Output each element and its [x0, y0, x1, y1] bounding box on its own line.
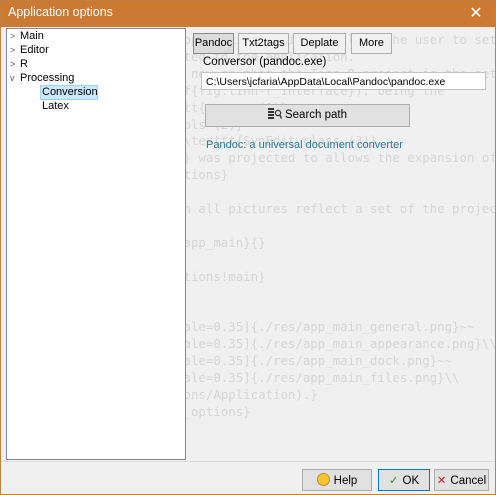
tree-item-label: Latex [42, 100, 69, 112]
checkmark-icon: ✓ [388, 475, 399, 487]
options-tree[interactable]: > Main > Editor > R v Processing Conversion … [6, 28, 186, 460]
application-options-window: Application options ✕ This window \texti… [0, 0, 496, 495]
cancel-button[interactable]: ✕ Cancel [434, 469, 489, 491]
tree-item-label: Main [20, 30, 44, 42]
help-lightbulb-icon [316, 473, 330, 486]
ok-button[interactable]: ✓ OK [378, 469, 430, 491]
close-icon[interactable]: ✕ [457, 1, 495, 27]
chevron-right-icon[interactable]: > [10, 29, 20, 44]
chevron-right-icon[interactable]: > [10, 43, 20, 58]
tree-item-label: Editor [20, 44, 49, 56]
x-icon: ✕ [436, 475, 447, 487]
search-path-label: Search path [284, 109, 347, 121]
footer-divider [1, 461, 495, 462]
tree-item-latex[interactable]: Latex [42, 99, 69, 114]
tab-pandoc[interactable]: Pandoc [193, 33, 234, 54]
search-path-button[interactable]: Search path [205, 104, 410, 127]
cancel-button-label: Cancel [450, 475, 487, 487]
tree-item-label: R [20, 58, 28, 70]
help-button-label: Help [333, 475, 358, 487]
tree-item-r[interactable]: > R [10, 57, 28, 72]
pandoc-path-field[interactable]: C:\Users\jcfaria\AppData\Local\Pandoc\pa… [201, 72, 486, 90]
window-title: Application options [8, 5, 113, 19]
chevron-right-icon[interactable]: > [10, 57, 20, 72]
ok-button-label: OK [402, 475, 420, 487]
search-path-icon [267, 108, 282, 119]
tab-deplate[interactable]: Deplate [293, 33, 346, 54]
tree-item-label: Processing [20, 72, 75, 84]
tree-item-main[interactable]: > Main [10, 29, 44, 44]
tab-more[interactable]: More [351, 33, 392, 54]
tree-item-label: Conversion [42, 86, 98, 98]
help-button[interactable]: Help [302, 469, 372, 491]
tree-item-conversion[interactable]: Conversion [42, 85, 98, 100]
tree-item-editor[interactable]: > Editor [10, 43, 49, 58]
tab-txt2tags[interactable]: Txt2tags [238, 33, 289, 54]
conversor-label: Conversor (pandoc.exe) [203, 56, 327, 68]
title-bar: Application options ✕ [1, 1, 495, 27]
chevron-down-icon[interactable]: v [10, 71, 20, 86]
tree-item-processing[interactable]: v Processing [10, 71, 74, 86]
pandoc-link[interactable]: Pandoc: a universal document converter [206, 139, 403, 151]
